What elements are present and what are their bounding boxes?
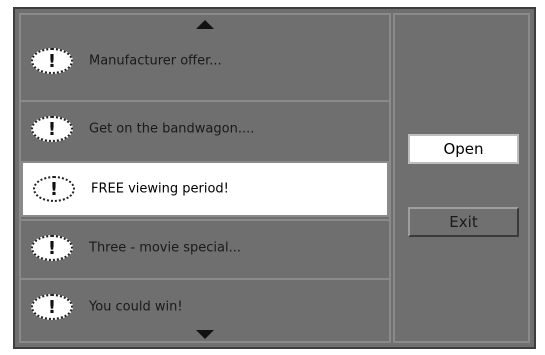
scroll-down-arrow-icon[interactable] bbox=[196, 330, 214, 339]
list-item[interactable]: ! You could win! bbox=[21, 278, 389, 334]
exclamation-icon: ! bbox=[31, 116, 73, 142]
exclamation-icon: ! bbox=[31, 48, 73, 74]
list-item-label: Get on the bandwagon.... bbox=[89, 121, 255, 137]
exit-button[interactable]: Exit bbox=[408, 207, 519, 237]
open-button[interactable]: Open bbox=[408, 134, 519, 164]
list-item[interactable]: ! Three - movie special... bbox=[21, 219, 389, 275]
list-item-label: Manufacturer offer... bbox=[89, 53, 222, 69]
list-item-label: Three - movie special... bbox=[89, 240, 242, 256]
offers-dialog: ! Manufacturer offer... ! Get on the ban… bbox=[13, 7, 536, 349]
action-panel: Open Exit bbox=[393, 13, 530, 343]
exclamation-icon: ! bbox=[31, 235, 73, 261]
scroll-up-arrow-icon[interactable] bbox=[196, 20, 214, 29]
list-item-selected[interactable]: ! FREE viewing period! bbox=[21, 161, 389, 217]
list-item-label: You could win! bbox=[89, 299, 183, 315]
list-item[interactable]: ! Get on the bandwagon.... bbox=[21, 100, 389, 156]
exclamation-icon: ! bbox=[31, 294, 73, 320]
offers-list: ! Manufacturer offer... ! Get on the ban… bbox=[19, 13, 391, 343]
list-item[interactable]: ! Manufacturer offer... bbox=[21, 33, 389, 89]
exclamation-icon: ! bbox=[33, 176, 75, 202]
list-item-label: FREE viewing period! bbox=[91, 181, 229, 197]
